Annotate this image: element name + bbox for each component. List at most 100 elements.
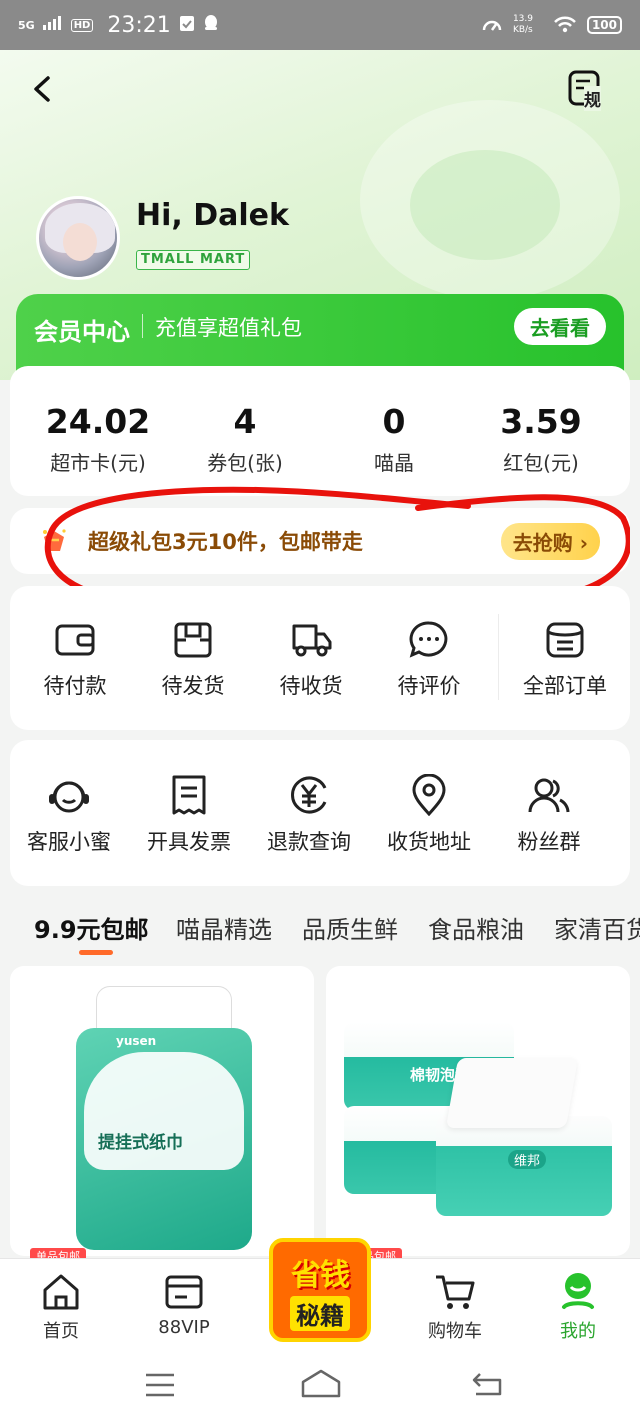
nav-home[interactable]: 首页	[11, 1271, 111, 1343]
location-pin-icon	[412, 774, 446, 816]
wallet-icon	[55, 624, 95, 656]
background-decoration	[410, 150, 560, 260]
clipboard-check-icon	[179, 14, 195, 36]
nav-cart[interactable]: 购物车	[405, 1271, 505, 1343]
product-pack-text: 提挂式纸巾	[98, 1133, 183, 1153]
order-label: 全部订单	[523, 674, 607, 698]
chat-bubble-icon	[409, 621, 448, 658]
rules-button[interactable]: 规	[566, 68, 608, 111]
qq-penguin-icon	[203, 14, 219, 36]
clock: 23:21	[107, 12, 171, 38]
stat-value: 24.02	[45, 402, 151, 441]
service-customer-support[interactable]: 客服小蜜	[10, 774, 128, 856]
home-system-icon[interactable]	[300, 1368, 342, 1400]
orders-list-icon	[546, 622, 584, 658]
battery-indicator: 100	[586, 16, 622, 34]
tissue-sheet	[445, 1058, 579, 1128]
member-center-subtitle: 充值享超值礼包	[155, 316, 302, 340]
tab-food-grain-oil[interactable]: 食品粮油	[428, 910, 524, 945]
stat-label: 超市卡(元)	[50, 451, 146, 475]
order-label: 待发货	[161, 674, 225, 698]
stat-miao-crystal[interactable]: 0 喵晶	[324, 402, 464, 476]
signal-icon	[42, 16, 63, 34]
product-image: yusen 提挂式纸巾	[76, 1028, 252, 1250]
stat-label: 券包(张)	[207, 451, 283, 475]
chevron-left-icon	[34, 76, 50, 102]
wifi-icon	[553, 15, 577, 36]
stat-value: 4	[233, 402, 257, 441]
package-icon	[174, 622, 212, 658]
assets-card: 24.02 超市卡(元) 4 券包(张) 0 喵晶 3.59 红包(元)	[10, 366, 630, 496]
refund-yen-icon	[291, 776, 327, 814]
order-label: 待收货	[279, 674, 343, 698]
tab-household[interactable]: 家清百货	[554, 910, 640, 945]
vip-card-icon	[165, 1275, 203, 1309]
buy-now-button[interactable]: 去抢购 ›	[500, 522, 600, 560]
stat-label: 红包(元)	[503, 451, 579, 475]
stat-red-packet[interactable]: 3.59 红包(元)	[471, 402, 611, 476]
headset-icon	[49, 781, 89, 813]
order-label: 待付款	[43, 674, 107, 698]
stat-value: 0	[382, 402, 406, 441]
divider	[498, 614, 499, 700]
stat-coupons[interactable]: 4 券包(张)	[175, 402, 315, 476]
service-label: 客服小蜜	[27, 830, 111, 854]
product-brand: yusen	[116, 1034, 157, 1048]
back-system-icon[interactable]	[470, 1370, 504, 1398]
service-shipping-address[interactable]: 收货地址	[370, 774, 488, 856]
order-label: 待评价	[397, 674, 461, 698]
service-invoice[interactable]: 开具发票	[130, 774, 248, 856]
group-icon	[528, 778, 570, 813]
services-card: 客服小蜜 开具发票 退款查询 收货地址 粉丝群	[10, 740, 630, 886]
rules-label: 规	[584, 86, 601, 111]
product-card[interactable]: 棉韧泡泡纸 维邦	[326, 966, 630, 1256]
nav-my[interactable]: 我的	[528, 1271, 628, 1343]
product-card[interactable]: yusen 提挂式纸巾	[10, 966, 314, 1256]
tab-fresh-produce[interactable]: 品质生鲜	[302, 910, 398, 945]
cart-icon	[436, 1275, 475, 1309]
speedometer-icon	[481, 15, 503, 36]
network-indicator: 5G	[18, 18, 35, 32]
member-view-button[interactable]: 去看看	[514, 308, 606, 345]
network-speed: 13.9 KB/s	[512, 14, 533, 35]
home-icon	[43, 1274, 79, 1310]
app-page: 5G HD 23:21 13.9 KB/s 100 规 Hi, Dalek TM…	[0, 0, 640, 1422]
avatar[interactable]	[36, 196, 120, 280]
stat-value: 3.59	[500, 402, 582, 441]
service-label: 开具发票	[147, 830, 231, 854]
nav-88vip[interactable]: 88VIP	[134, 1271, 234, 1338]
promo-badge-line2: 秘籍	[290, 1296, 350, 1331]
category-tabs: 9.9元包邮 喵晶精选 品质生鲜 食品粮油 家清百货	[0, 906, 640, 956]
service-refund-query[interactable]: 退款查询	[250, 774, 368, 856]
tab-miao-selection[interactable]: 喵晶精选	[176, 910, 272, 945]
status-bar: 5G HD 23:21 13.9 KB/s 100	[0, 0, 640, 50]
member-center-title: 会员中心	[34, 318, 130, 346]
gift-burst-icon	[43, 529, 66, 551]
invoice-icon	[172, 775, 206, 815]
tab-9-9-free-shipping[interactable]: 9.9元包邮	[34, 910, 149, 945]
service-label: 收货地址	[387, 830, 471, 854]
order-pending-review[interactable]: 待评价	[370, 620, 488, 700]
product-brand: 维邦	[508, 1150, 547, 1169]
greeting: Hi, Dalek	[136, 198, 289, 233]
divider	[142, 314, 143, 338]
back-button[interactable]	[26, 72, 60, 106]
nav-label: 我的	[560, 1321, 596, 1342]
nav-label: 88VIP	[158, 1317, 210, 1338]
menu-icon[interactable]	[144, 1372, 176, 1398]
order-pending-payment[interactable]: 待付款	[16, 620, 134, 700]
nav-label: 首页	[43, 1321, 79, 1342]
order-pending-shipment[interactable]: 待发货	[134, 620, 252, 700]
order-all[interactable]: 全部订单	[506, 620, 624, 700]
truck-icon	[292, 624, 332, 657]
nav-label: 购物车	[428, 1321, 482, 1342]
promo-badge-line1: 省钱	[291, 1258, 350, 1293]
order-pending-receipt[interactable]: 待收货	[252, 620, 370, 700]
tmall-mart-badge: TMALL MART	[136, 250, 251, 270]
service-fan-group[interactable]: 粉丝群	[490, 774, 608, 856]
gift-pack-promo[interactable]: 超级礼包3元10件，包邮带走 去抢购 ›	[10, 508, 630, 574]
stat-supermarket-card[interactable]: 24.02 超市卡(元)	[28, 402, 168, 476]
money-saving-tips-button[interactable]: 省钱 秘籍	[269, 1238, 371, 1342]
member-center-bar[interactable]: 会员中心 充值享超值礼包 去看看	[16, 294, 624, 374]
system-navigation-bar	[0, 1350, 640, 1422]
